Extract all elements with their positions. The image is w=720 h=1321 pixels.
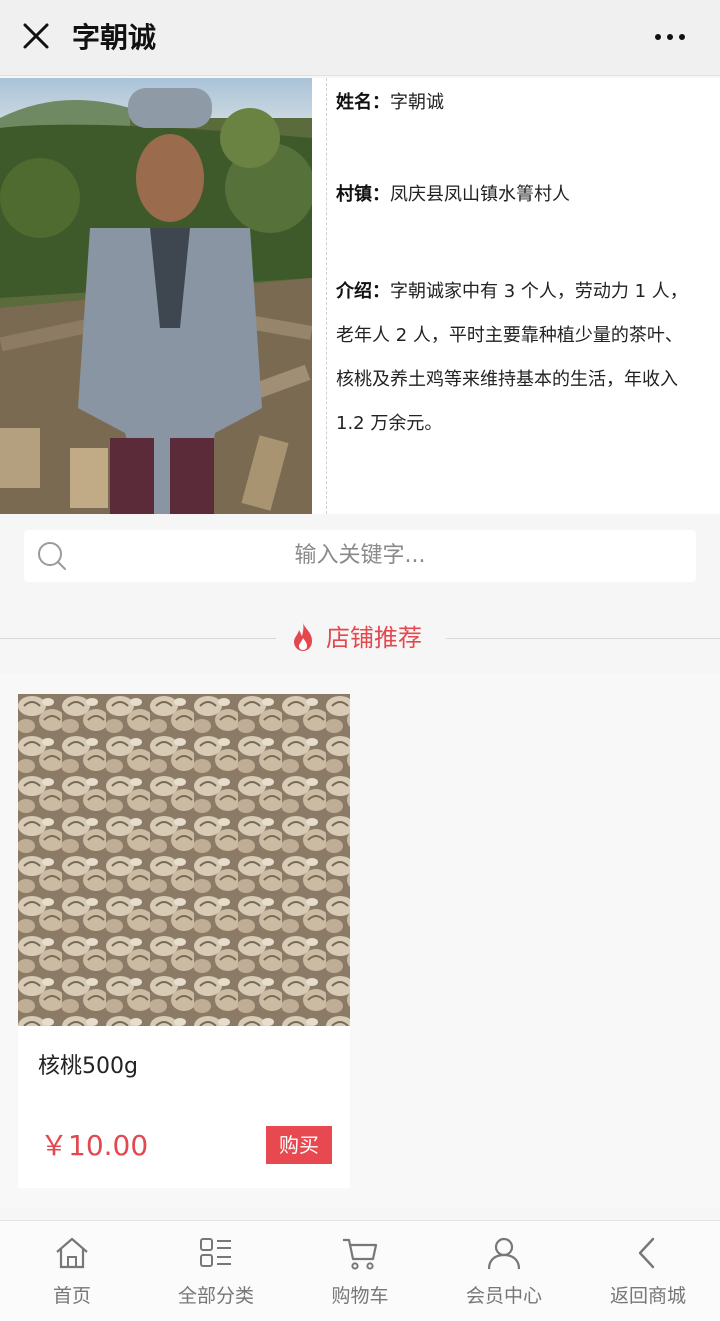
intro-label: 介绍： [336, 281, 390, 302]
bottom-nav: 首页 全部分类 购物车 会员中心 返回商城 [0, 1220, 720, 1321]
name-label: 姓名： [336, 92, 390, 113]
more-icon [655, 34, 685, 40]
flame-icon [294, 623, 312, 651]
recommend-title: 店铺推荐 [326, 624, 422, 652]
user-icon [487, 1237, 521, 1270]
intro-text-1: 字朝诚家中有 3 个人，劳动力 1 人， [390, 281, 688, 302]
intro-divider [326, 78, 327, 514]
more-button[interactable] [646, 22, 694, 52]
close-icon [23, 23, 49, 49]
name-value: 字朝诚 [390, 92, 444, 113]
nav-item-member[interactable]: 会员中心 [432, 1221, 576, 1321]
intro-text-2: 老年人 2 人，平时主要靠种植少量的茶叶、 [336, 325, 683, 346]
product-name: 核桃500g [38, 1054, 138, 1079]
product-image[interactable] [18, 694, 350, 1026]
village-value: 凤庆县凤山镇水箐村人 [390, 184, 570, 205]
search-placeholder: 输入关键字... [294, 543, 426, 568]
recommend-divider-left [0, 638, 276, 639]
cart-icon [343, 1238, 378, 1270]
nav-item-back[interactable]: 返回商城 [576, 1221, 720, 1321]
village-label: 村镇： [336, 184, 390, 205]
name-row: 姓名：字朝诚 [336, 88, 444, 114]
nav-item-cart[interactable]: 购物车 [288, 1221, 432, 1321]
recommend-divider-right [446, 638, 720, 639]
nav-label-category: 全部分类 [177, 1285, 254, 1307]
home-icon [56, 1237, 88, 1269]
product-list: 核桃500g ￥10.00 购买 [0, 674, 720, 1208]
recommend-header: 店铺推荐 [0, 608, 720, 670]
product-price: ￥10.00 [40, 1129, 149, 1162]
nav-label-cart: 购物车 [331, 1285, 389, 1307]
buy-button[interactable]: 购买 [266, 1126, 332, 1164]
page-title: 字朝诚 [72, 21, 157, 54]
nav-item-category[interactable]: 全部分类 [144, 1221, 288, 1321]
nav-item-home[interactable]: 首页 [0, 1221, 144, 1321]
farmer-photo [0, 78, 312, 514]
search-input[interactable]: 输入关键字... [24, 530, 696, 582]
nav-label-member: 会员中心 [465, 1285, 542, 1307]
intro-row: 介绍：字朝诚家中有 3 个人，劳动力 1 人， 老年人 2 人，平时主要靠种植少… [336, 270, 716, 446]
farmer-intro: 姓名：字朝诚 村镇：凤庆县凤山镇水箐村人 介绍：字朝诚家中有 3 个人，劳动力 … [0, 78, 720, 514]
intro-text-4: 1.2 万余元。 [336, 413, 443, 434]
nav-label-back: 返回商城 [609, 1285, 686, 1307]
category-icon [200, 1238, 231, 1267]
top-bar: 字朝诚 [0, 0, 720, 76]
intro-text-3: 核桃及养土鸡等来维持基本的生活，年收入 [336, 369, 678, 390]
nav-label-home: 首页 [52, 1285, 91, 1307]
close-button[interactable] [18, 18, 54, 54]
back-icon [638, 1237, 655, 1269]
product-card[interactable]: 核桃500g ￥10.00 购买 [18, 694, 350, 1188]
village-row: 村镇：凤庆县凤山镇水箐村人 [336, 180, 570, 206]
